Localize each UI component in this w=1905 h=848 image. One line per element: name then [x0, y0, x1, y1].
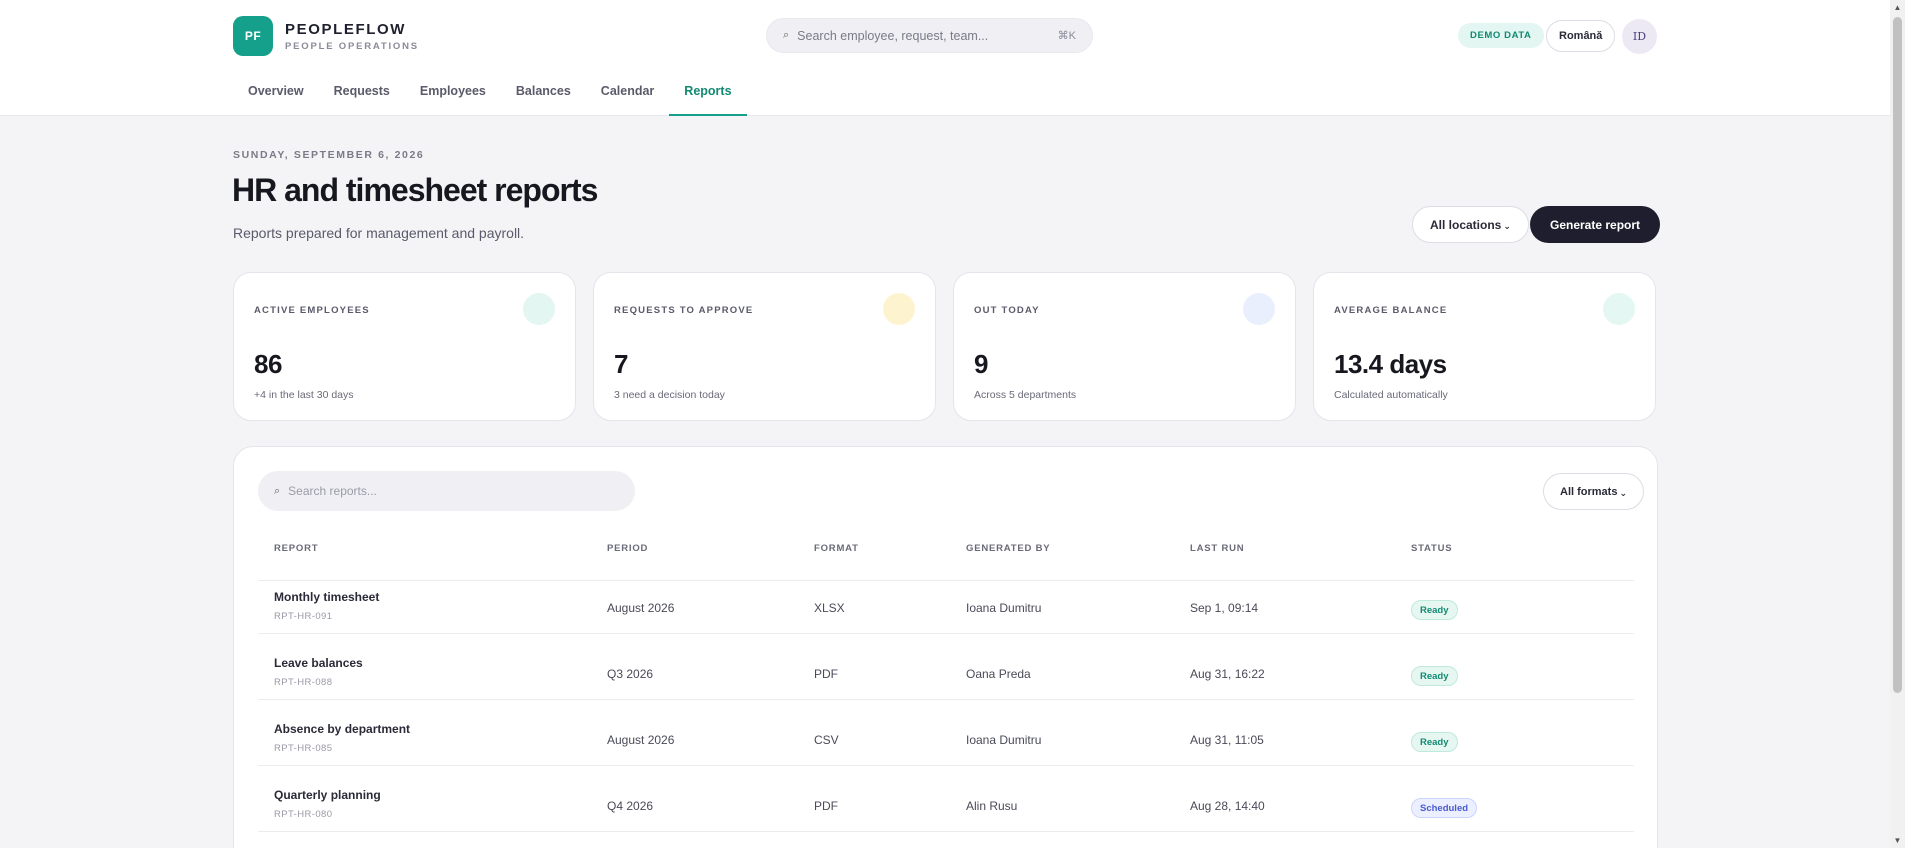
stat-note: Across 5 departments: [974, 389, 1077, 401]
column-header-last-run[interactable]: LAST RUN: [1190, 543, 1244, 554]
report-generated-by: Alin Rusu: [966, 799, 1018, 813]
report-generated-by: Ioana Dumitru: [966, 601, 1042, 615]
report-name[interactable]: Monthly timesheet: [274, 590, 379, 604]
stat-indicator-icon: [883, 293, 915, 325]
report-format: CSV: [814, 733, 839, 747]
search-icon: ⌕: [274, 484, 281, 497]
global-search-placeholder: Search employee, request, team...: [797, 28, 989, 43]
search-icon: ⌕: [783, 29, 790, 41]
report-format: PDF: [814, 667, 838, 681]
report-format: XLSX: [814, 601, 845, 615]
tab-employees[interactable]: Employees: [405, 70, 501, 116]
status-badge: Ready: [1411, 666, 1458, 686]
stat-label: REQUESTS TO APPROVE: [614, 305, 754, 316]
tab-reports[interactable]: Reports: [669, 70, 747, 116]
status-badge: Ready: [1411, 732, 1458, 752]
column-header-report[interactable]: REPORT: [274, 543, 318, 554]
page-scrollbar[interactable]: ▲ ▼: [1890, 0, 1905, 848]
locations-filter-label: All locations: [1430, 217, 1502, 232]
tab-overview[interactable]: Overview: [233, 70, 319, 116]
stat-card-out-today: OUT TODAY 9 Across 5 departments: [953, 272, 1296, 421]
formats-filter-label: All formats: [1560, 485, 1618, 498]
brand-name: PEOPLEFLOW: [285, 20, 406, 38]
stat-value: 13.4 days: [1334, 349, 1447, 379]
stat-indicator-icon: [523, 293, 555, 325]
stat-value: 9: [974, 349, 988, 379]
report-generated-by: Oana Preda: [966, 667, 1031, 681]
report-period: Q3 2026: [607, 667, 654, 681]
column-header-generated-by[interactable]: GENERATED BY: [966, 543, 1050, 554]
language-button[interactable]: Română: [1546, 20, 1616, 52]
report-name[interactable]: Quarterly planning: [274, 788, 381, 802]
stat-label: OUT TODAY: [974, 305, 1040, 316]
report-id: RPT-HR-091: [274, 611, 333, 622]
table-row[interactable]: Leave balances RPT-HR-088 Q3 2026 PDF Oa…: [258, 634, 1634, 700]
scroll-up-arrow-icon[interactable]: ▲: [1890, 0, 1905, 15]
current-date: SUNDAY, SEPTEMBER 6, 2026: [233, 149, 425, 161]
tab-requests[interactable]: Requests: [319, 70, 405, 116]
report-last-run: Aug 31, 11:05: [1190, 733, 1264, 747]
stat-note: Calculated automatically: [1334, 389, 1448, 401]
user-avatar[interactable]: ID: [1622, 19, 1657, 54]
stat-label: ACTIVE EMPLOYEES: [254, 305, 370, 316]
stat-note: +4 in the last 30 days: [254, 389, 354, 401]
report-name[interactable]: Leave balances: [274, 656, 363, 670]
report-last-run: Aug 28, 14:40: [1190, 799, 1265, 813]
report-id: RPT-HR-085: [274, 743, 333, 754]
stat-card-active-employees: ACTIVE EMPLOYEES 86 +4 in the last 30 da…: [233, 272, 576, 421]
report-generated-by: Ioana Dumitru: [966, 733, 1042, 747]
brand-subtitle: PEOPLE OPERATIONS: [285, 40, 419, 52]
table-row[interactable]: Monthly timesheet RPT-HR-091 August 2026…: [258, 568, 1634, 634]
brand[interactable]: PF PEOPLEFLOW PEOPLE OPERATIONS: [233, 16, 419, 56]
scrollbar-thumb[interactable]: [1893, 17, 1902, 693]
top-bar: PF PEOPLEFLOW PEOPLE OPERATIONS ⌕ Search…: [0, 0, 1890, 116]
stat-label: AVERAGE BALANCE: [1334, 305, 1448, 316]
table-row[interactable]: Absence by department RPT-HR-085 August …: [258, 700, 1634, 766]
status-badge: Scheduled: [1411, 798, 1478, 818]
stat-indicator-icon: [1243, 293, 1275, 325]
stat-card-average-balance: AVERAGE BALANCE 13.4 days Calculated aut…: [1313, 272, 1656, 421]
reports-search-input[interactable]: ⌕ Search reports...: [258, 471, 635, 511]
column-header-status[interactable]: STATUS: [1411, 543, 1452, 554]
column-header-format[interactable]: FORMAT: [814, 543, 859, 554]
main-nav-tabs: Overview Requests Employees Balances Cal…: [233, 70, 747, 116]
keyboard-shortcut-hint: ⌘K: [1057, 30, 1076, 42]
locations-filter-button[interactable]: All locations ⌄: [1412, 206, 1529, 243]
stat-note: 3 need a decision today: [614, 389, 725, 401]
status-badge: Ready: [1411, 600, 1458, 620]
stat-value: 86: [254, 349, 282, 379]
report-name[interactable]: Absence by department: [274, 722, 410, 736]
brand-logo: PF: [233, 16, 273, 56]
scroll-down-arrow-icon[interactable]: ▼: [1890, 833, 1905, 848]
report-last-run: Aug 31, 16:22: [1190, 667, 1265, 681]
stat-value: 7: [614, 349, 628, 379]
chevron-down-icon: ⌄: [1503, 221, 1511, 231]
report-period: August 2026: [607, 733, 675, 747]
report-period: Q4 2026: [607, 799, 654, 813]
reports-search-placeholder: Search reports...: [288, 484, 377, 498]
report-last-run: Sep 1, 09:14: [1190, 601, 1259, 615]
table-row[interactable]: Quarterly planning RPT-HR-080 Q4 2026 PD…: [258, 766, 1634, 832]
stat-indicator-icon: [1603, 293, 1635, 325]
page-subtitle: Reports prepared for management and payr…: [233, 225, 525, 241]
page-title: HR and timesheet reports: [232, 172, 598, 208]
report-id: RPT-HR-088: [274, 677, 333, 688]
demo-data-badge: DEMO DATA: [1458, 23, 1544, 48]
stat-card-requests-to-approve: REQUESTS TO APPROVE 7 3 need a decision …: [593, 272, 936, 421]
global-search-input[interactable]: ⌕ Search employee, request, team... ⌘K: [766, 18, 1093, 53]
tab-balances[interactable]: Balances: [501, 70, 586, 116]
report-id: RPT-HR-080: [274, 809, 333, 820]
column-header-period[interactable]: PERIOD: [607, 543, 648, 554]
report-period: August 2026: [607, 601, 675, 615]
chevron-down-icon: ⌄: [1619, 488, 1628, 498]
generate-report-button[interactable]: Generate report: [1530, 206, 1661, 243]
reports-panel: ⌕ Search reports... All formats ⌄ REPORT…: [233, 446, 1658, 848]
formats-filter-button[interactable]: All formats ⌄: [1543, 473, 1645, 510]
tab-calendar[interactable]: Calendar: [586, 70, 670, 116]
report-format: PDF: [814, 799, 838, 813]
